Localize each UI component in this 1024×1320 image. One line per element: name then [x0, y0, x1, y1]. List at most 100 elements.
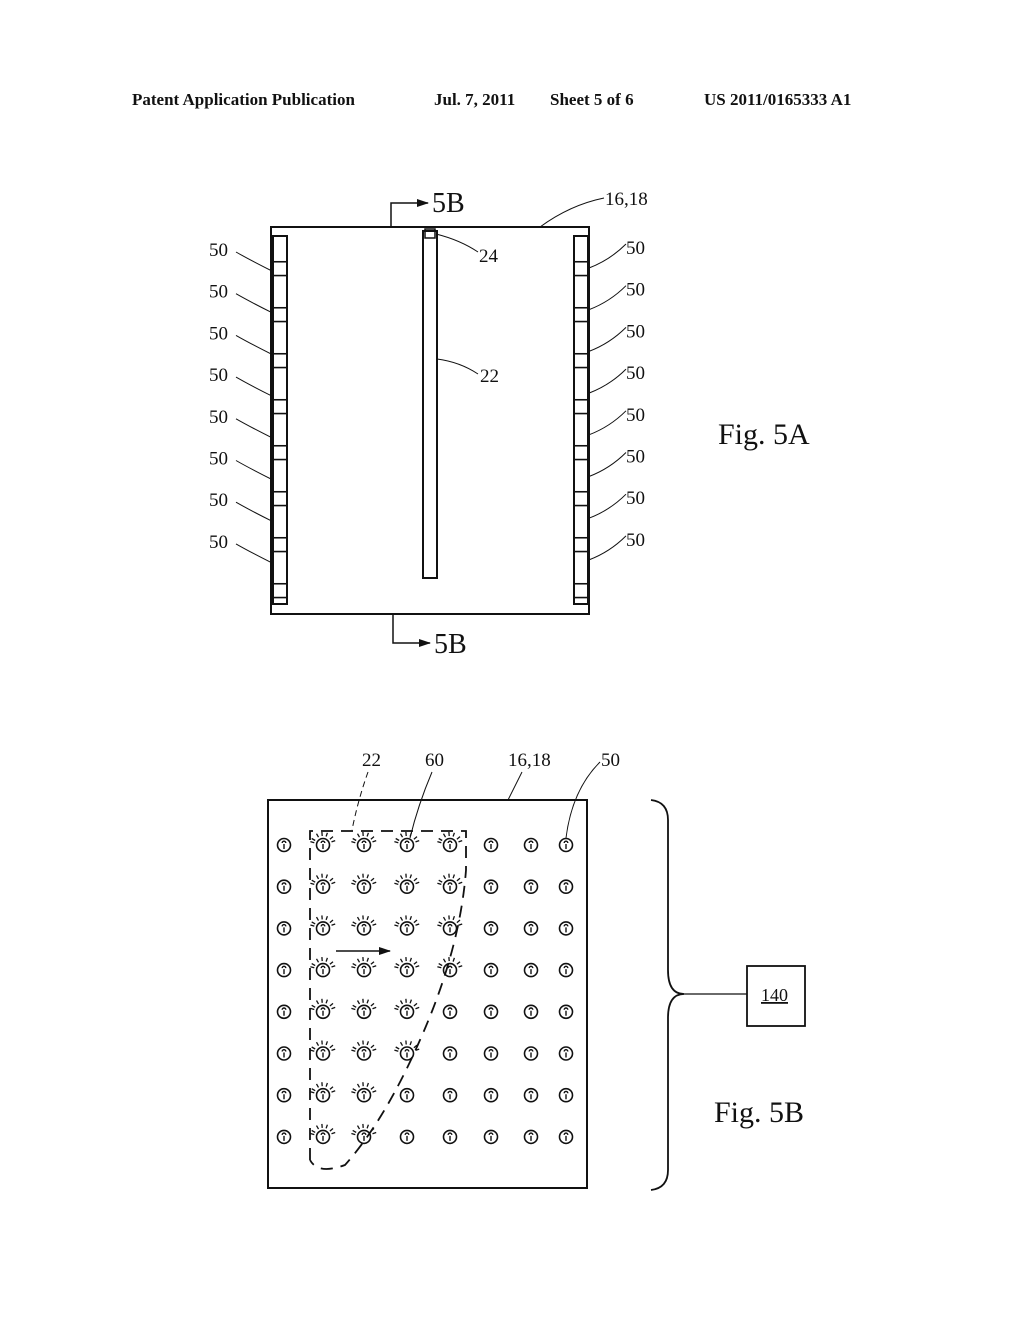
led-bulb-lit [351, 915, 377, 936]
leader-line [235, 251, 273, 272]
leader-housing-5b [507, 771, 523, 801]
light-ray [329, 919, 334, 924]
fig-5b: 22 60 16,18 50 140 Fig. 5B [267, 750, 806, 1191]
led-bulb-off [276, 1046, 292, 1061]
region-ref-22: 22 [362, 750, 381, 771]
led-bulb-off [558, 1004, 574, 1020]
light-ray [415, 839, 420, 843]
light-ray [372, 881, 377, 885]
light-ray [372, 923, 377, 926]
light-ray [395, 921, 400, 925]
light-ray [372, 965, 377, 968]
light-ray [311, 963, 316, 967]
led-ref-right: 50 [626, 488, 645, 509]
light-ray [315, 916, 320, 921]
light-ray [415, 1006, 420, 1010]
light-ray [452, 832, 456, 837]
light-ray [456, 919, 461, 924]
fig-5a-caption: Fig. 5A [718, 418, 810, 451]
led-bulb-off [442, 1046, 458, 1061]
light-ray [366, 1082, 370, 1087]
led-ref-60: 60 [425, 750, 444, 771]
light-ray [325, 874, 329, 879]
light-ray [310, 924, 315, 927]
light-ray [366, 1041, 370, 1046]
leader-line [588, 327, 627, 352]
left-led-labels: 50 50 50 50 50 50 50 50 [209, 240, 273, 564]
light-ray [315, 833, 320, 838]
light-ray [351, 882, 356, 886]
leader-line [235, 334, 273, 355]
tip-ref: 24 [479, 246, 499, 267]
fig-5b-caption: Fig. 5B [714, 1096, 804, 1129]
light-ray [394, 924, 399, 927]
light-ray [413, 836, 418, 840]
light-ray [315, 875, 320, 880]
light-ray [394, 882, 399, 886]
led-strip-frame [272, 235, 288, 605]
light-ray [351, 1007, 356, 1011]
light-ray [352, 1129, 357, 1133]
led-bulb-lit [351, 957, 377, 978]
led-bulb-off [276, 1004, 292, 1020]
led-bulb-lit [394, 915, 420, 936]
led-bulb-off [483, 837, 499, 853]
led-ref-left: 50 [209, 490, 228, 511]
light-ray [356, 916, 361, 921]
light-ray [351, 966, 356, 969]
light-ray [456, 836, 461, 840]
led-bulb-off [483, 962, 499, 978]
light-ray [352, 1088, 357, 1092]
light-ray [442, 875, 447, 880]
light-guide-bar [422, 230, 438, 579]
led-bulb-lit [310, 1123, 336, 1145]
led-ref-right: 50 [626, 363, 645, 384]
light-ray [352, 837, 357, 842]
light-ray [415, 965, 420, 968]
light-ray [370, 1002, 375, 1007]
led-ref-left: 50 [209, 282, 228, 303]
led-bulb-lit [310, 1082, 336, 1103]
light-ray [310, 1049, 315, 1052]
light-ray [310, 1132, 315, 1136]
light-ray [311, 1088, 316, 1092]
led-bulb-off [558, 921, 574, 936]
right-led-strip [573, 235, 589, 605]
led-bulb-lit [351, 831, 377, 853]
light-ray [395, 837, 400, 842]
light-ray [458, 923, 463, 926]
leader-line [235, 543, 273, 564]
led-ref-left: 50 [209, 240, 228, 261]
light-ray [356, 1000, 361, 1005]
light-ray [315, 1083, 320, 1088]
led-bulb-off [523, 1129, 539, 1145]
led-bulb-lit [310, 957, 336, 978]
light-ray [442, 958, 447, 963]
led-bulb-off [523, 837, 539, 853]
led-bulb-off [276, 921, 292, 936]
leader-line [235, 376, 273, 397]
led-bulb-lit [310, 873, 336, 895]
light-ray [331, 1131, 336, 1135]
light-ray [310, 966, 315, 969]
led-bulb-off [558, 1087, 574, 1103]
led-ref-left: 50 [209, 449, 228, 470]
light-ray [351, 1091, 356, 1094]
light-ray [329, 1086, 334, 1090]
light-ray [356, 1083, 361, 1088]
light-ray [352, 1004, 357, 1008]
led-grid [276, 831, 574, 1145]
led-bulb-lit [394, 998, 420, 1020]
led-strip-frame [573, 235, 589, 605]
led-bulb-lit [394, 1040, 420, 1061]
light-ray [310, 1007, 315, 1011]
light-ray [311, 1129, 316, 1133]
light-ray [394, 1049, 399, 1052]
led-bulb-lit [437, 831, 463, 853]
led-bulb-off [276, 879, 292, 895]
housing-ref: 16,18 [605, 189, 648, 210]
light-ray [442, 833, 447, 838]
leader-22 [436, 358, 479, 375]
light-ray [394, 966, 399, 969]
light-ray [399, 875, 404, 880]
